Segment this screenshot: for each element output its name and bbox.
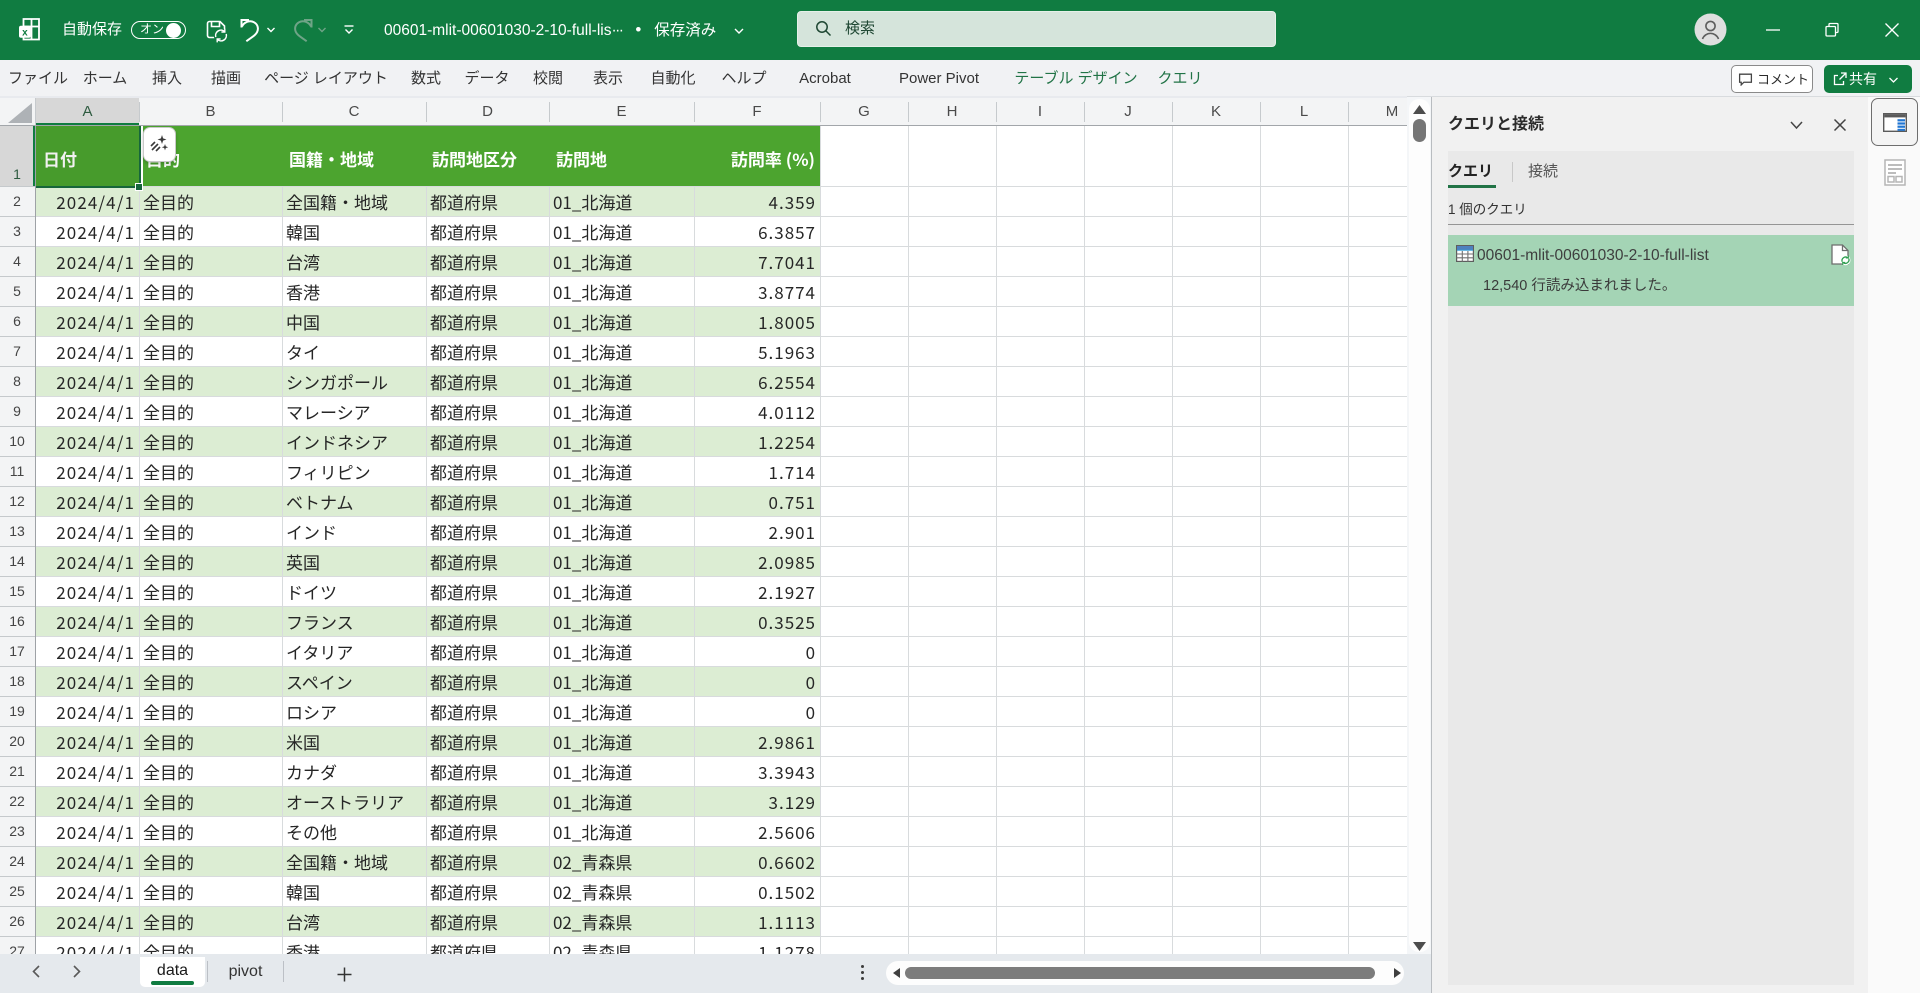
- svg-text:x: x: [22, 27, 28, 38]
